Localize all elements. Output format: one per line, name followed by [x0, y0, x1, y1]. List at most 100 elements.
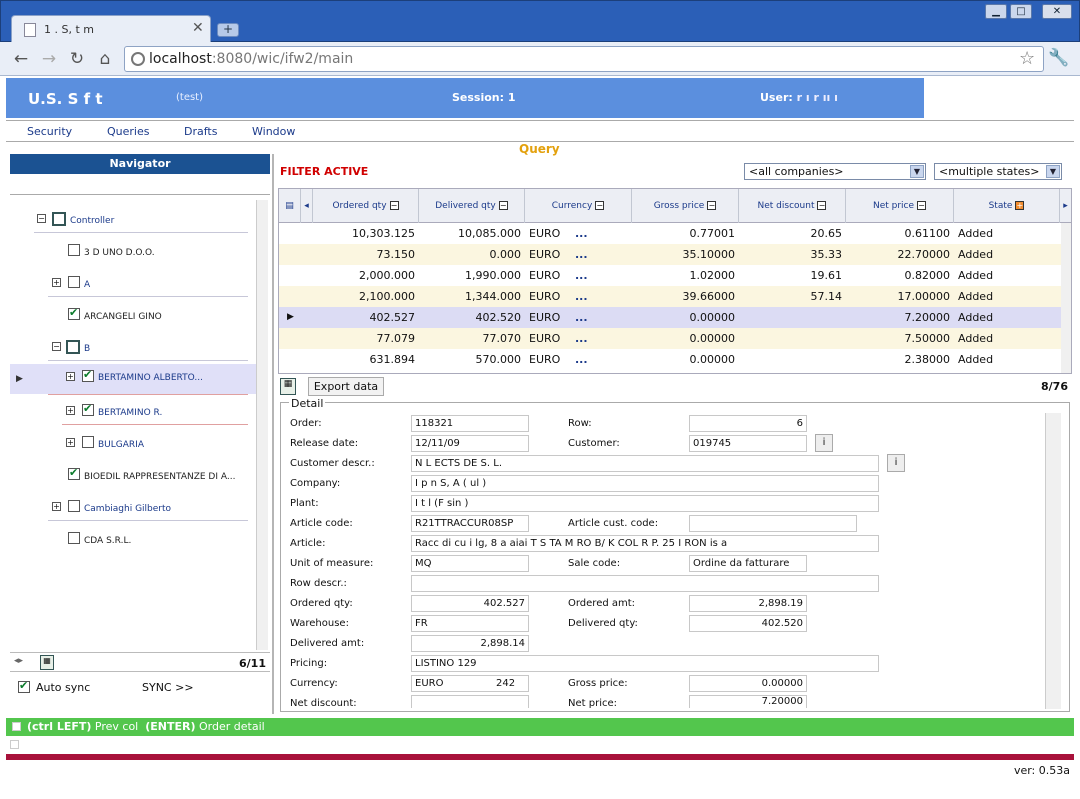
- tree-node[interactable]: − Controller: [10, 212, 250, 238]
- column-net-discount[interactable]: Net discount −: [739, 189, 846, 223]
- grid-scrollbar[interactable]: [1061, 223, 1071, 373]
- tree-node[interactable]: +BERTAMINO R.: [10, 402, 250, 430]
- tree-node[interactable]: ARCANGELI GINO: [10, 306, 250, 334]
- table-cell[interactable]: ...: [575, 307, 595, 328]
- currency-field[interactable]: EURO 242: [411, 675, 529, 692]
- gross-price-field[interactable]: 0.00000: [689, 675, 807, 692]
- label-article: Article:: [290, 538, 326, 549]
- wrench-icon[interactable]: 🔧: [1048, 48, 1069, 68]
- forward-arrow-icon[interactable]: →: [38, 48, 60, 70]
- maximize-button[interactable]: □: [1010, 4, 1032, 19]
- article-code-field[interactable]: R21TTRACCUR08SP: [411, 515, 529, 532]
- export-excel-icon[interactable]: ▦: [40, 655, 54, 670]
- company-field[interactable]: I p n S, A ( ul ): [411, 475, 879, 492]
- unit-of-measure-field[interactable]: MQ: [411, 555, 529, 572]
- customer-descr-field[interactable]: N L ECTS DE S. L.: [411, 455, 879, 472]
- customer-field[interactable]: 019745: [689, 435, 807, 452]
- article-cust-code-field[interactable]: [689, 515, 857, 532]
- tree-node[interactable]: + A: [10, 276, 250, 302]
- left-right-arrows-icon[interactable]: ◂▸: [14, 656, 23, 666]
- table-row[interactable]: 2,000.000 1,990.000 EURO... 1.02000 19.61 0.8…: [279, 265, 1061, 286]
- tree-node[interactable]: CDA S.R.L.: [10, 532, 250, 558]
- net-discount-field[interactable]: [411, 695, 529, 708]
- menu-window[interactable]: Window: [252, 125, 295, 138]
- order-field[interactable]: 118321: [411, 415, 529, 432]
- customer-descr-info-button[interactable]: i: [887, 454, 905, 472]
- column-delivered-qty[interactable]: Delivered qty −: [419, 189, 525, 223]
- pricing-field[interactable]: LISTINO 129: [411, 655, 879, 672]
- table-row[interactable]: 2,100.000 1,344.000 EURO... 39.66000 57.14 17…: [279, 286, 1061, 307]
- article-field[interactable]: Racc di cu i lg, 8 a aiai T S TA M RO B/…: [411, 535, 879, 552]
- tree-node[interactable]: 3 D UNO D.O.O.: [10, 244, 250, 270]
- state-select[interactable]: <multiple states> ▼: [934, 163, 1062, 180]
- table-cell: 570.000: [475, 353, 522, 366]
- table-cell[interactable]: ...: [575, 349, 595, 370]
- release-date-field[interactable]: 12/11/09: [411, 435, 529, 452]
- plant-field[interactable]: I t l (F sin ): [411, 495, 879, 512]
- row-field[interactable]: 6: [689, 415, 807, 432]
- net-price-field[interactable]: 7.20000: [689, 695, 807, 708]
- table-row[interactable]: 73.150 0.000 EURO... 35.10000 35.33 22.70000 A…: [279, 244, 1061, 265]
- panel-splitter[interactable]: [272, 154, 274, 714]
- column-net-price[interactable]: Net price −: [846, 189, 954, 223]
- row-descr-field[interactable]: [411, 575, 879, 592]
- window-close-button[interactable]: ✕: [1042, 4, 1072, 19]
- menu-drafts[interactable]: Drafts: [184, 125, 217, 138]
- column-ordered-qty[interactable]: Ordered qty −: [313, 189, 419, 223]
- bookmark-star-icon[interactable]: ☆: [1019, 48, 1035, 69]
- detail-scrollbar[interactable]: [1045, 413, 1061, 709]
- sale-code-field[interactable]: Ordine da fatturare: [689, 555, 807, 572]
- table-cell[interactable]: ...: [575, 265, 595, 286]
- table-cell: 0.00000: [689, 353, 736, 366]
- company-select[interactable]: <all companies> ▼: [744, 163, 926, 180]
- table-cell[interactable]: ...: [575, 328, 595, 349]
- tree-node[interactable]: BIOEDIL RAPPRESENTANZE DI A...: [10, 466, 250, 494]
- table-cell[interactable]: ...: [575, 223, 595, 244]
- delivered-qty-field[interactable]: 402.520: [689, 615, 807, 632]
- browser-tab[interactable]: 1 . S, t m ✕: [11, 15, 211, 43]
- table-cell: 22.70000: [897, 248, 951, 261]
- table-cell: 7.50000: [904, 332, 951, 345]
- column-currency[interactable]: Currency −: [525, 189, 632, 223]
- back-arrow-icon[interactable]: ←: [10, 48, 32, 70]
- column-state[interactable]: State +: [954, 189, 1060, 223]
- tab-close-icon[interactable]: ✕: [192, 20, 204, 36]
- menu-security[interactable]: Security: [27, 125, 72, 138]
- table-cell: 0.77001: [689, 227, 736, 240]
- table-row[interactable]: 10,303.125 10,085.000 EURO... 0.77001 20.65 0…: [279, 223, 1061, 244]
- customer-info-button[interactable]: i: [815, 434, 833, 452]
- auto-sync-checkbox[interactable]: [18, 679, 30, 693]
- column-gross-price[interactable]: Gross price −: [632, 189, 739, 223]
- reload-icon[interactable]: ↻: [66, 48, 88, 70]
- ordered-qty-field[interactable]: 402.527: [411, 595, 529, 612]
- status-checkbox[interactable]: [12, 722, 21, 731]
- table-row-selected[interactable]: ▶ 402.527 402.520 EURO... 0.00000 7.20000 Adde…: [279, 307, 1061, 328]
- tree-node[interactable]: − B: [10, 340, 250, 366]
- scroll-right-icon[interactable]: ▸: [1060, 189, 1071, 223]
- table-row[interactable]: 631.894 570.000 EURO... 0.00000 2.38000 Added: [279, 349, 1061, 370]
- menu-queries[interactable]: Queries: [107, 125, 149, 138]
- table-cell[interactable]: ...: [575, 244, 595, 265]
- label-ordered-amt: Ordered amt:: [568, 598, 636, 609]
- ordered-amt-field[interactable]: 2,898.19: [689, 595, 807, 612]
- tree-node[interactable]: + Cambiaghi Gilberto: [10, 500, 250, 526]
- minimize-button[interactable]: ▁: [985, 4, 1007, 19]
- new-tab-button[interactable]: +: [217, 23, 239, 37]
- table-cell[interactable]: ...: [575, 286, 595, 307]
- auto-sync-toggle[interactable]: Auto sync: [18, 679, 90, 694]
- table-row[interactable]: 77.079 77.070 EURO... 0.00000 7.50000 Added: [279, 328, 1061, 349]
- warehouse-field[interactable]: FR: [411, 615, 529, 632]
- tree-node[interactable]: + BULGARIA: [10, 436, 250, 462]
- export-data-button[interactable]: Export data: [308, 377, 384, 396]
- sync-button[interactable]: SYNC >>: [142, 681, 194, 694]
- export-excel-icon[interactable]: ▦: [280, 378, 296, 395]
- address-bar[interactable]: localhost:8080/wic/ifw2/main ☆: [124, 46, 1044, 72]
- navigator-scrollbar[interactable]: [256, 200, 268, 650]
- secondary-status-checkbox[interactable]: [10, 740, 19, 749]
- tree-node-selected[interactable]: ▶ +BERTAMINO ALBERTO...: [10, 364, 256, 394]
- delivered-amt-field[interactable]: 2,898.14: [411, 635, 529, 652]
- scroll-left-icon[interactable]: ◂: [301, 189, 313, 223]
- grid-settings-icon[interactable]: ▤: [279, 189, 301, 223]
- home-icon[interactable]: ⌂: [94, 48, 116, 70]
- label-row: Row:: [568, 418, 592, 429]
